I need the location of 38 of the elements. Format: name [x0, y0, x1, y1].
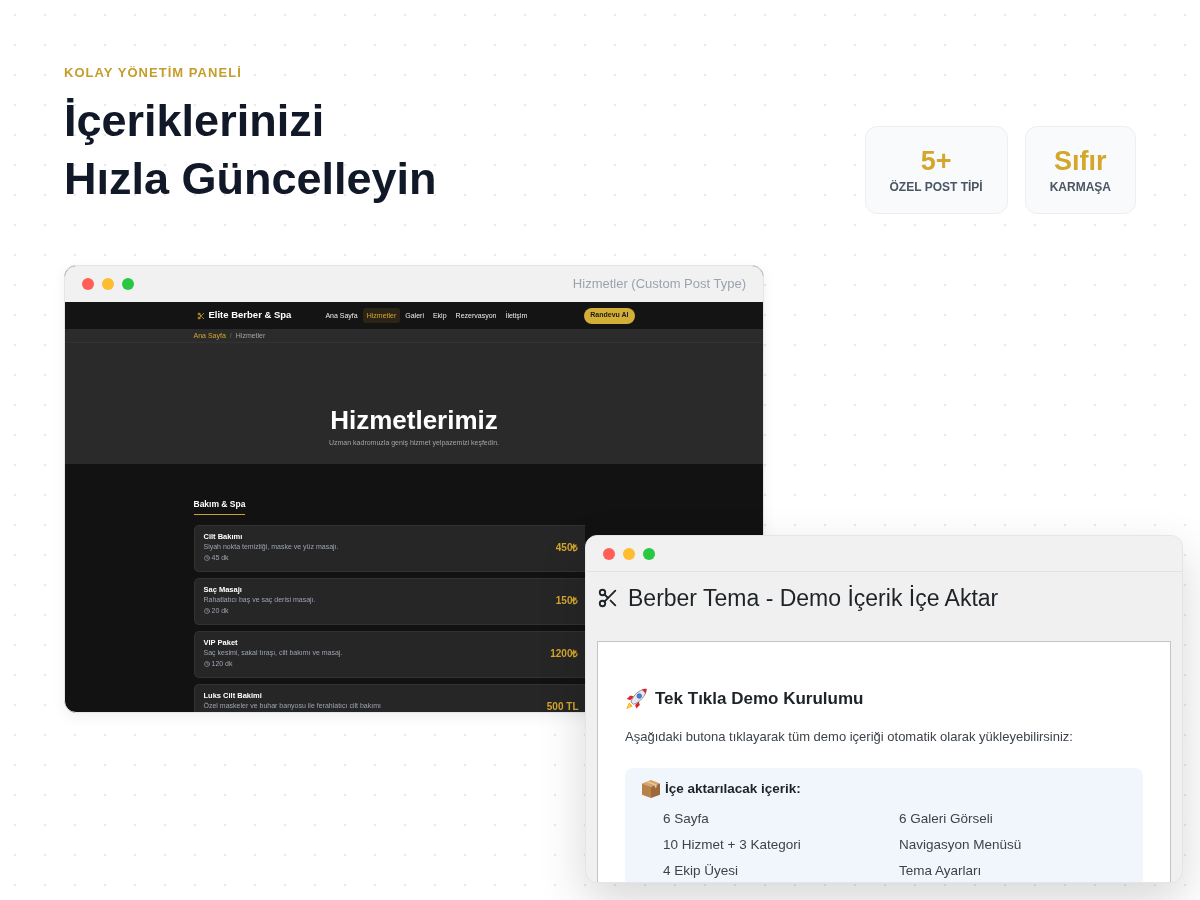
service-price: 500 TL: [546, 701, 579, 712]
stat-label: ÖZEL POST TİPİ: [889, 179, 983, 195]
stat-label: KARMAŞA: [1049, 179, 1111, 195]
content-item: Tema Ayarları: [899, 862, 982, 880]
window-title: Hizmetler (Custom Post Type): [572, 275, 746, 294]
hero-title: Hizmetlerimiz: [330, 405, 498, 435]
stat-value: Sıfır: [1054, 145, 1107, 177]
window-control-icon[interactable]: [623, 547, 635, 560]
scissors-icon: [597, 587, 619, 609]
content-item: 6 Galeri Görseli: [899, 810, 993, 828]
eyebrow-label: KOLAY YÖNETİM PANELİ: [64, 65, 243, 81]
clock-icon: [203, 554, 210, 561]
rocket-icon: [625, 688, 647, 710]
package-icon: [642, 780, 660, 798]
main-heading: Hızla Güncelleyin: [64, 152, 437, 206]
page-title: Berber Tema - Demo İçerik İçe Aktar: [628, 584, 999, 612]
panel-heading: Tek Tıkla Demo Kurulumu: [655, 688, 864, 711]
main-heading: İçeriklerinizi: [64, 94, 326, 148]
clock-icon: [203, 607, 210, 614]
panel-text: Aşağıdaki butona tıklayarak tüm demo içeriği otomatik olarak yükleyebilirsiniz:: [625, 728, 1074, 746]
window-control-icon[interactable]: [643, 547, 655, 560]
service-price: 450₺: [555, 542, 579, 554]
info-heading: İçe aktarılacak içerik:: [665, 779, 801, 798]
scissors-icon: [196, 311, 205, 320]
content-item: Navigasyon Menüsü: [899, 836, 1022, 854]
clock-icon: [203, 660, 210, 667]
window-control-icon[interactable]: [102, 278, 114, 290]
content-item: 10 Hizmet + 3 Kategori: [663, 836, 801, 854]
content-item: 4 Ekip Üyesi: [663, 862, 739, 880]
service-price: 1200₺: [550, 648, 579, 660]
window-control-icon[interactable]: [122, 278, 134, 290]
content-item: 6 Sayfa: [663, 810, 709, 828]
stat-value: 5+: [920, 145, 952, 177]
category-heading: Bakım & Spa: [193, 499, 246, 515]
service-price: 150₺: [555, 595, 579, 607]
window-control-icon[interactable]: [603, 547, 615, 560]
window-control-icon[interactable]: [82, 278, 94, 290]
site-brand[interactable]: Elite Berber & Spa: [208, 308, 292, 323]
